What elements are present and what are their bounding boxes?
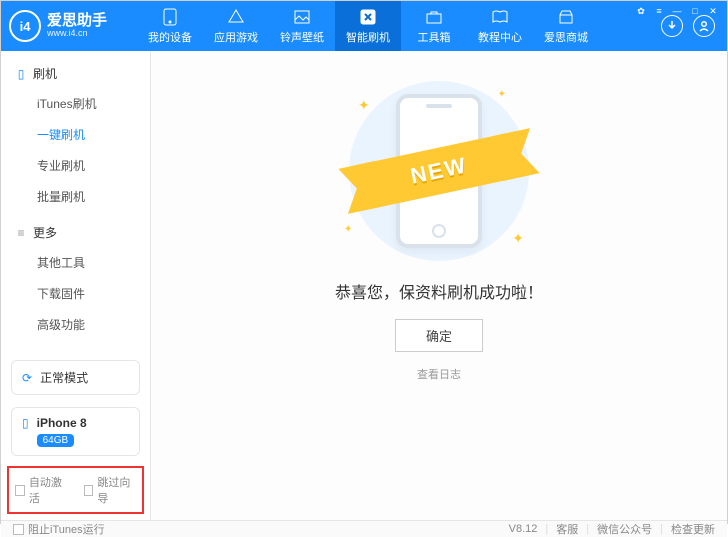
nav-label: 铃声壁纸 xyxy=(280,29,324,45)
checkbox-label: 阻止iTunes运行 xyxy=(28,521,105,537)
sidebar: ▯ 刷机 iTunes刷机 一键刷机 专业刷机 批量刷机 ≡ 更多 其他工具 下… xyxy=(1,51,151,520)
check-update-link[interactable]: 检查更新 xyxy=(671,521,715,537)
nav-label: 我的设备 xyxy=(148,29,192,45)
nav-label: 应用游戏 xyxy=(214,29,258,45)
success-illustration: ✦ ✦ ✦ ✦ NEW xyxy=(324,81,554,261)
device-name: iPhone 8 xyxy=(37,416,87,430)
sparkle-icon: ✦ xyxy=(344,224,352,235)
phone-small-icon: ▯ xyxy=(22,416,29,430)
sidebar-item-advanced[interactable]: 高级功能 xyxy=(1,309,150,340)
nav-apps[interactable]: 应用游戏 xyxy=(203,1,269,51)
sidebar-group-more[interactable]: ≡ 更多 xyxy=(1,220,150,245)
phone-icon xyxy=(161,8,179,26)
ok-button[interactable]: 确定 xyxy=(395,319,483,352)
apps-icon xyxy=(227,8,245,26)
nav-flash[interactable]: 智能刷机 xyxy=(335,1,401,51)
mode-box[interactable]: ⟳ 正常模式 xyxy=(11,360,140,395)
checkbox-label: 跳过向导 xyxy=(97,474,136,506)
skip-guide-checkbox[interactable]: 跳过向导 xyxy=(84,474,137,506)
sparkle-icon: ✦ xyxy=(358,97,370,114)
view-log-link[interactable]: 查看日志 xyxy=(417,366,461,382)
sidebar-item-itunes-flash[interactable]: iTunes刷机 xyxy=(1,88,150,119)
sidebar-item-oneclick-flash[interactable]: 一键刷机 xyxy=(1,119,150,150)
main-nav: 我的设备 应用游戏 铃声壁纸 智能刷机 工具箱 教程中心 xyxy=(137,1,661,51)
sidebar-item-other-tools[interactable]: 其他工具 xyxy=(1,247,150,278)
store-icon xyxy=(557,8,575,26)
sparkle-icon: ✦ xyxy=(498,89,506,100)
wallpaper-icon xyxy=(293,8,311,26)
success-message: 恭喜您，保资料刷机成功啦！ xyxy=(335,279,543,303)
user-button[interactable] xyxy=(693,15,715,37)
device-storage-badge: 64GB xyxy=(37,434,75,447)
device-box[interactable]: ▯ iPhone 8 64GB xyxy=(11,407,140,456)
nav-tutorials[interactable]: 教程中心 xyxy=(467,1,533,51)
support-link[interactable]: 客服 xyxy=(556,521,578,537)
menu-icon[interactable]: ≡ xyxy=(653,5,665,17)
logo-circle-icon: i4 xyxy=(9,10,41,42)
sidebar-group-title: 更多 xyxy=(33,224,57,241)
nav-ringtones[interactable]: 铃声壁纸 xyxy=(269,1,335,51)
auto-activate-checkbox[interactable]: 自动激活 xyxy=(15,474,68,506)
refresh-icon: ⟳ xyxy=(22,371,32,385)
sparkle-icon: ✦ xyxy=(512,230,524,247)
version-label: V8.12 xyxy=(509,523,538,535)
window-controls-top: ✿ ≡ — □ ✕ xyxy=(635,5,719,17)
flash-icon xyxy=(359,8,377,26)
nav-toolbox[interactable]: 工具箱 xyxy=(401,1,467,51)
nav-my-device[interactable]: 我的设备 xyxy=(137,1,203,51)
sidebar-bottom-options: 自动激活 跳过向导 xyxy=(7,466,144,514)
title-right-buttons xyxy=(661,15,715,37)
maximize-icon[interactable]: □ xyxy=(689,5,701,17)
book-icon xyxy=(491,8,509,26)
wechat-link[interactable]: 微信公众号 xyxy=(597,521,652,537)
checkbox-label: 自动激活 xyxy=(29,474,68,506)
sidebar-group-title: 刷机 xyxy=(33,65,57,82)
brand-name: 爱思助手 xyxy=(47,13,107,30)
sidebar-item-batch-flash[interactable]: 批量刷机 xyxy=(1,181,150,212)
tshirt-icon[interactable]: ✿ xyxy=(635,5,647,17)
statusbar: 阻止iTunes运行 V8.12 | 客服 | 微信公众号 | 检查更新 xyxy=(1,520,727,537)
nav-label: 教程中心 xyxy=(478,29,522,45)
minimize-icon[interactable]: — xyxy=(671,5,683,17)
toolbox-icon xyxy=(425,8,443,26)
mode-label: 正常模式 xyxy=(40,369,88,386)
download-button[interactable] xyxy=(661,15,683,37)
sidebar-item-pro-flash[interactable]: 专业刷机 xyxy=(1,150,150,181)
nav-label: 爱思商城 xyxy=(544,29,588,45)
app-logo: i4 爱思助手 www.i4.cn xyxy=(9,10,137,42)
nav-label: 智能刷机 xyxy=(346,29,390,45)
device-icon: ▯ xyxy=(15,67,27,81)
sidebar-group-flash[interactable]: ▯ 刷机 xyxy=(1,61,150,86)
block-itunes-checkbox[interactable]: 阻止iTunes运行 xyxy=(13,521,105,537)
titlebar: ✿ ≡ — □ ✕ i4 爱思助手 www.i4.cn 我的设备 应用游戏 xyxy=(1,1,727,51)
sidebar-item-download-firmware[interactable]: 下载固件 xyxy=(1,278,150,309)
nav-store[interactable]: 爱思商城 xyxy=(533,1,599,51)
nav-label: 工具箱 xyxy=(418,29,451,45)
main-content: ✦ ✦ ✦ ✦ NEW 恭喜您，保资料刷机成功啦！ 确定 查看日志 xyxy=(151,51,727,520)
close-icon[interactable]: ✕ xyxy=(707,5,719,17)
more-icon: ≡ xyxy=(15,226,27,240)
brand-url: www.i4.cn xyxy=(47,29,107,39)
